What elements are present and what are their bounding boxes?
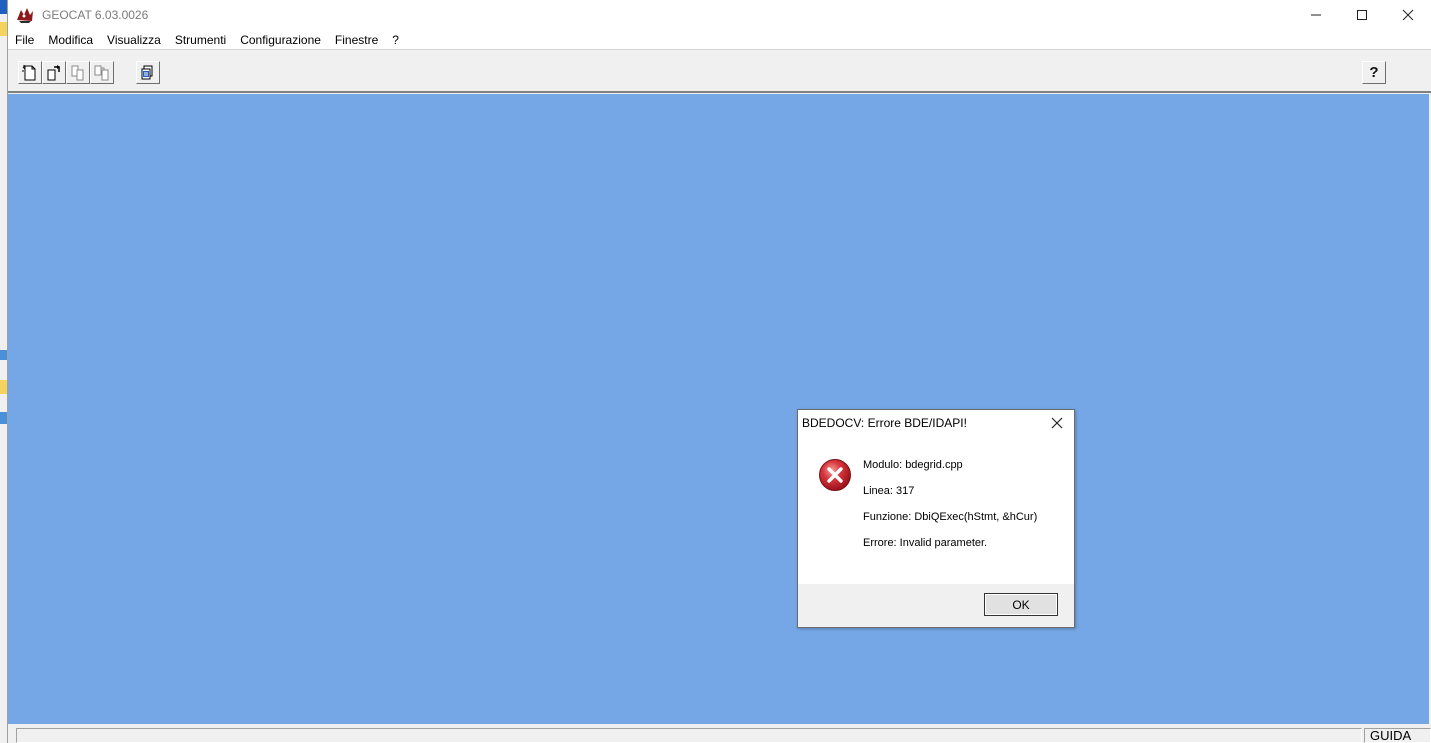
background-window-peek [0,0,7,14]
mdi-client-area[interactable] [8,94,1429,724]
copy-document-icon [71,65,84,80]
open-document-icon [47,64,60,80]
dialog-close-button[interactable] [1048,414,1066,432]
window-title: GEOCAT 6.03.0026 [42,8,149,22]
menu-modifica[interactable]: Modifica [41,30,100,50]
paste-document-icon [94,65,109,80]
dialog-title: BDEDOCV: Errore BDE/IDAPI! [802,416,967,430]
app-window: GEOCAT 6.03.0026 File Modifica Visualizz… [0,0,1431,743]
dialog-title-bar[interactable]: BDEDOCV: Errore BDE/IDAPI! [798,410,1074,436]
maximize-icon [1357,10,1367,20]
background-window-peek [0,380,7,394]
background-window-peek [0,412,7,424]
paste-document-button[interactable] [90,61,114,84]
print-preview-icon [141,65,153,79]
ok-button[interactable]: OK [984,593,1058,616]
error-message-text: Errore: Invalid parameter. [863,537,988,549]
background-window-peek [0,22,7,36]
error-function-text: Funzione: DbiQExec(hStmt, &hCur) [863,511,1038,523]
close-icon [1051,417,1063,429]
menu-strumenti[interactable]: Strumenti [168,30,233,50]
menu-visualizza[interactable]: Visualizza [100,30,168,50]
copy-document-button[interactable] [66,61,90,84]
close-button[interactable] [1385,0,1431,30]
background-window-peek [0,350,7,360]
minimize-button[interactable] [1293,0,1339,30]
menu-finestre[interactable]: Finestre [328,30,385,50]
background-window-edge [0,0,8,743]
toolbar: ? [8,51,1431,93]
new-document-button[interactable] [18,61,42,84]
minimize-icon [1311,14,1321,16]
menu-help[interactable]: ? [385,30,406,50]
help-button[interactable]: ? [1362,61,1386,84]
error-module-text: Modulo: bdegrid.cpp [863,459,963,471]
window-controls [1293,0,1431,30]
maximize-button[interactable] [1339,0,1385,30]
app-logo-icon[interactable] [14,4,36,26]
open-document-button[interactable] [42,61,66,84]
dialog-footer: OK [798,584,1074,627]
title-bar[interactable]: GEOCAT 6.03.0026 [8,0,1431,30]
status-panel-main [16,728,1362,743]
close-icon [1402,9,1414,21]
new-document-icon [22,64,36,80]
menu-configurazione[interactable]: Configurazione [233,30,328,50]
help-question-icon: ? [1369,64,1379,81]
error-line-text: Linea: 317 [863,485,915,497]
menu-bar: File Modifica Visualizza Strumenti Confi… [8,30,1431,50]
status-panel-guida: GUIDA [1364,728,1431,743]
print-preview-button[interactable] [136,61,160,84]
error-icon [818,458,852,492]
error-dialog: BDEDOCV: Errore BDE/IDAPI! Modulo: bdegr… [797,409,1075,628]
status-bar: GUIDA [8,726,1431,743]
menu-file[interactable]: File [8,30,41,50]
